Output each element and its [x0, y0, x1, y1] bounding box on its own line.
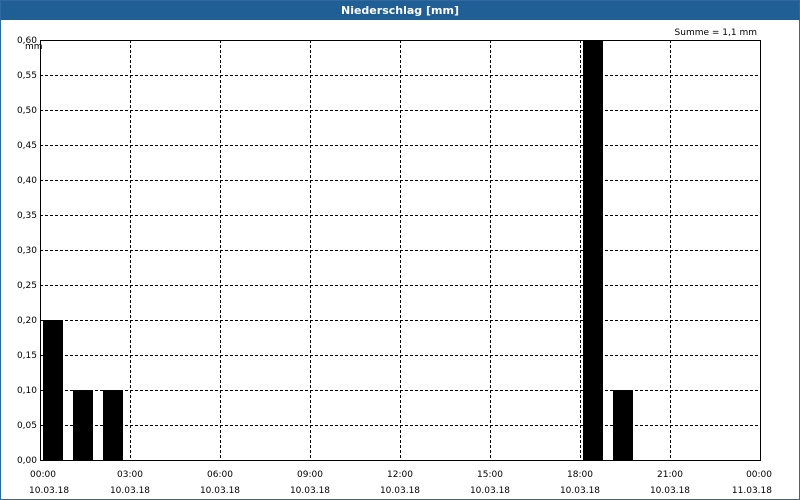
y-tick-label: 0,05 — [17, 421, 37, 431]
y-tick-label: 0,15 — [17, 351, 37, 361]
y-tick-label: 0,45 — [17, 141, 37, 151]
x-tick-time: 06:00 — [207, 470, 233, 480]
x-tick-date: 10.03.18 — [110, 486, 150, 496]
y-tick-label: 0,55 — [17, 71, 37, 81]
precipitation-bar — [43, 320, 63, 460]
x-tick-time: 21:00 — [657, 470, 683, 480]
y-tick-label: 0,00 — [17, 456, 37, 466]
y-tick-label: 0,10 — [17, 386, 37, 396]
x-tick-time: 15:00 — [477, 470, 503, 480]
x-tick-date: 10.03.18 — [470, 486, 510, 496]
y-tick-label: 0,30 — [17, 246, 37, 256]
x-tick-date: 11.03.18 — [732, 486, 772, 496]
y-tick-label: 0,40 — [17, 176, 37, 186]
sum-annotation: Summe = 1,1 mm — [675, 28, 757, 38]
x-tick-date: 10.03.18 — [290, 486, 330, 496]
y-tick-label: 0,50 — [17, 106, 37, 116]
x-tick-time: 12:00 — [387, 470, 413, 480]
y-tick-label: 0,20 — [17, 316, 37, 326]
x-tick-date: 10.03.18 — [200, 486, 240, 496]
precipitation-bar — [73, 390, 93, 460]
x-tick-time: 00:00 — [30, 470, 56, 480]
x-tick-time: 03:00 — [117, 470, 143, 480]
y-axis-unit-label: mm — [25, 42, 43, 52]
precipitation-chart: 0,00 0,05 0,10 0,15 0,20 0,25 0,30 0,35 0,40 0,45… — [17, 28, 772, 496]
x-tick-time: 18:00 — [567, 470, 593, 480]
precipitation-bar — [103, 390, 123, 460]
x-tick-date: 10.03.18 — [29, 486, 69, 496]
precipitation-bar — [583, 40, 603, 460]
x-tick-date: 10.03.18 — [650, 486, 690, 496]
y-tick-label: 0,25 — [17, 281, 37, 291]
x-tick-time: 00:00 — [746, 470, 772, 480]
precipitation-bar — [613, 390, 633, 460]
x-tick-date: 10.03.18 — [560, 486, 600, 496]
y-tick-label: 0,35 — [17, 211, 37, 221]
chart-window: Niederschlag [mm] 0,00 0,05 0,10 0,15 0,20 0,… — [0, 0, 800, 500]
x-tick-time: 09:00 — [297, 470, 323, 480]
x-tick-date: 10.03.18 — [380, 486, 420, 496]
